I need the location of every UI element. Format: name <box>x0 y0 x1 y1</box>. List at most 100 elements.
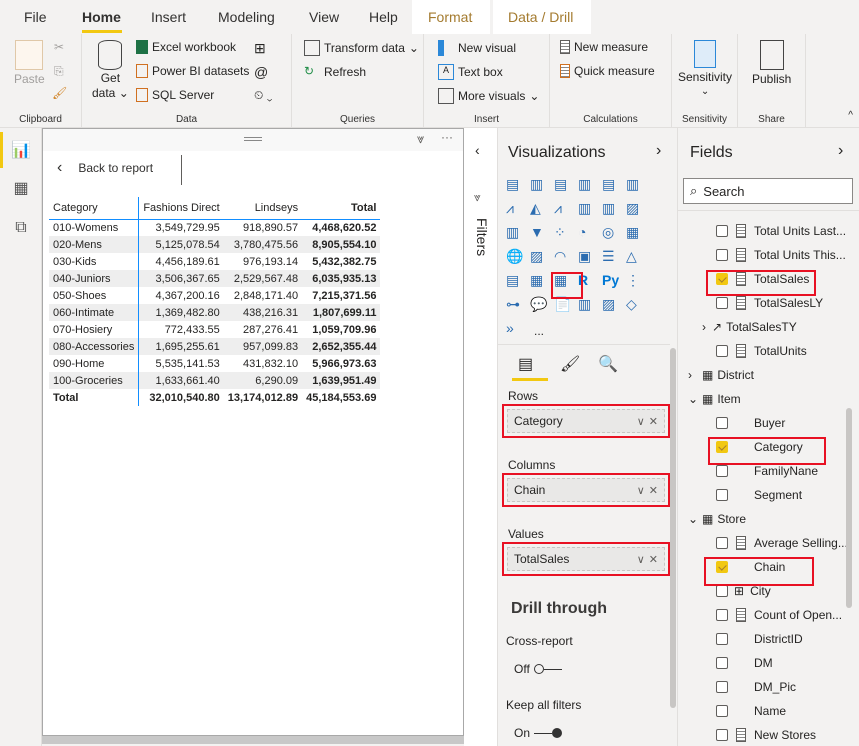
tab-view[interactable]: View <box>309 9 339 25</box>
scatter-icon[interactable]: ⁘ <box>554 224 572 242</box>
checkbox[interactable] <box>716 537 728 549</box>
checkbox[interactable] <box>716 489 728 501</box>
cut-icon[interactable]: ✂ <box>54 40 64 54</box>
card-icon[interactable]: ▣ <box>578 248 596 266</box>
new-visual-button[interactable]: New visual <box>438 40 516 56</box>
field-item[interactable]: Segment <box>716 484 802 506</box>
donut-icon[interactable]: ◎ <box>602 224 620 242</box>
chevron-down-icon[interactable]: ⌄ <box>688 392 698 406</box>
field-item[interactable]: ⌄ ▦ Store <box>688 508 746 530</box>
cross-report-toggle[interactable]: Off <box>514 662 562 676</box>
clustered-bar-icon[interactable]: ▤ <box>554 176 572 194</box>
field-item[interactable]: › ▦ District <box>688 364 754 386</box>
paste-button[interactable]: Paste <box>14 40 45 86</box>
matrix-header-0[interactable]: Category <box>49 197 140 219</box>
line-clustered-icon[interactable]: ▥ <box>602 200 620 218</box>
field-item[interactable]: Average Selling... <box>716 532 848 554</box>
qa-icon[interactable]: 💬 <box>530 296 548 314</box>
fields-scrollbar[interactable] <box>846 408 852 608</box>
power-bi-datasets-button[interactable]: Power BI datasets <box>136 64 249 78</box>
tab-modeling[interactable]: Modeling <box>218 9 275 25</box>
field-item[interactable]: ⌄ ▦ Item <box>688 388 741 410</box>
sql-server-button[interactable]: SQL Server <box>136 88 214 102</box>
field-item[interactable]: Count of Open... <box>716 604 842 626</box>
checkbox[interactable] <box>716 585 728 597</box>
data-view-button[interactable]: ▦ <box>0 168 42 208</box>
collapse-fields-icon[interactable]: › <box>838 142 843 160</box>
format-paint-roller-icon[interactable]: 🖌 <box>560 354 580 374</box>
table-icon[interactable]: ▦ <box>530 272 548 290</box>
waterfall-icon[interactable]: ▥ <box>506 224 524 242</box>
multi-row-card-icon[interactable]: ☰ <box>602 248 620 266</box>
checkbox[interactable] <box>716 345 728 357</box>
matrix-header-2[interactable]: Lindseys <box>224 197 302 219</box>
matrix-row[interactable]: 050-Shoes 4,367,200.16 2,848,171.40 7,215,3… <box>49 287 380 304</box>
line-column-icon[interactable]: ▥ <box>578 200 596 218</box>
enter-data-icon[interactable]: ⊞ <box>254 40 266 57</box>
checkbox[interactable] <box>716 705 728 717</box>
horizontal-scrollbar[interactable] <box>42 736 490 744</box>
kpi-icon[interactable]: △ <box>626 248 644 266</box>
copy-icon[interactable]: ⎘ <box>54 64 64 79</box>
chevron-down-icon[interactable]: ∨ <box>637 415 645 428</box>
keep-filters-toggle[interactable]: On <box>514 726 563 740</box>
collapse-ribbon-icon[interactable]: ^ <box>848 110 853 121</box>
area-icon[interactable]: ◭ <box>530 200 548 218</box>
quick-measure-button[interactable]: Quick measure <box>560 64 655 78</box>
tab-data-drill[interactable]: Data / Drill <box>508 9 573 25</box>
checkbox[interactable] <box>716 609 728 621</box>
chevron-down-icon[interactable]: ∨ <box>637 484 645 497</box>
matrix-row[interactable]: 080-Accessories 1,695,255.61 957,099.83 2,6… <box>49 338 381 355</box>
stacked-area-icon[interactable]: ⩘ <box>554 200 572 218</box>
field-item[interactable]: Total Units Last... <box>716 220 846 242</box>
chevron-down-icon[interactable]: ∨ <box>637 553 645 566</box>
matrix-header-1[interactable]: Fashions Direct <box>139 197 224 219</box>
funnel-icon[interactable]: ▼ <box>530 224 548 242</box>
gauge-icon[interactable]: ◠ <box>554 248 572 266</box>
filter-icon[interactable]: ⩔ <box>417 131 424 147</box>
dataverse-icon[interactable]: @ <box>254 64 268 80</box>
publish-button[interactable]: Publish <box>752 40 791 86</box>
more-visuals-button[interactable]: More visuals ⌄ <box>438 88 539 104</box>
values-well[interactable]: TotalSales ∨ ✕ <box>502 542 670 576</box>
field-item[interactable]: TotalUnits <box>716 340 807 362</box>
viz-scrollbar[interactable] <box>670 348 676 708</box>
transform-data-button[interactable]: Transform data ⌄ <box>304 40 419 56</box>
ribbon-icon[interactable]: ▨ <box>626 200 644 218</box>
power-automate-icon[interactable]: » <box>506 320 524 338</box>
arcgis-icon[interactable]: ▨ <box>602 296 620 314</box>
model-view-button[interactable]: ⧉ <box>0 208 42 248</box>
columns-well[interactable]: Chain ∨ ✕ <box>502 473 670 507</box>
close-icon[interactable]: ✕ <box>649 415 658 428</box>
python-visual-icon[interactable]: Py <box>602 272 620 290</box>
rows-well[interactable]: Category ∨ ✕ <box>502 404 670 438</box>
analytics-icon[interactable]: 🔍 <box>598 354 618 374</box>
matrix-row[interactable]: 060-Intimate 1,369,482.80 438,216.31 1,807,… <box>49 304 381 321</box>
fields-tab-icon[interactable]: ▤ <box>518 354 533 374</box>
tab-format[interactable]: Format <box>428 9 472 25</box>
checkbox[interactable] <box>716 729 728 741</box>
more-options-icon[interactable]: ··· <box>441 130 453 144</box>
field-item[interactable]: Name <box>716 700 786 722</box>
back-to-report-button[interactable]: ‹ Back to report <box>57 159 153 177</box>
filled-map-icon[interactable]: ▨ <box>530 248 548 266</box>
get-data-button[interactable]: Get data ⌄ <box>92 40 129 100</box>
matrix-row[interactable]: 100-Groceries 1,633,661.40 6,290.09 1,639,9… <box>49 372 381 389</box>
chevron-right-icon[interactable]: › <box>688 368 698 382</box>
field-item[interactable]: › ↗ TotalSalesTY <box>702 316 797 338</box>
tab-file[interactable]: File <box>24 9 47 25</box>
text-box-button[interactable]: A Text box <box>438 64 503 80</box>
matrix-row[interactable]: 010-Womens 3,549,729.95 918,890.57 4,468,62… <box>49 219 380 236</box>
report-view-button[interactable]: 📊 <box>0 130 42 170</box>
matrix-row[interactable]: 070-Hosiery 772,433.55 287,276.41 1,059,709… <box>49 321 380 338</box>
more-visuals-icon[interactable]: ... <box>534 324 544 338</box>
format-painter-icon[interactable]: 🖌 <box>52 86 67 100</box>
pie-icon[interactable]: ◔ <box>578 224 596 242</box>
chevron-right-icon[interactable]: › <box>702 320 712 334</box>
fields-search-input[interactable]: ⌕ Search <box>683 178 853 204</box>
field-item[interactable]: Buyer <box>716 412 785 434</box>
field-item[interactable]: DM_Pic <box>716 676 796 698</box>
field-item[interactable]: New Stores <box>716 724 816 746</box>
tab-help[interactable]: Help <box>369 9 398 25</box>
close-icon[interactable]: ✕ <box>649 553 658 566</box>
